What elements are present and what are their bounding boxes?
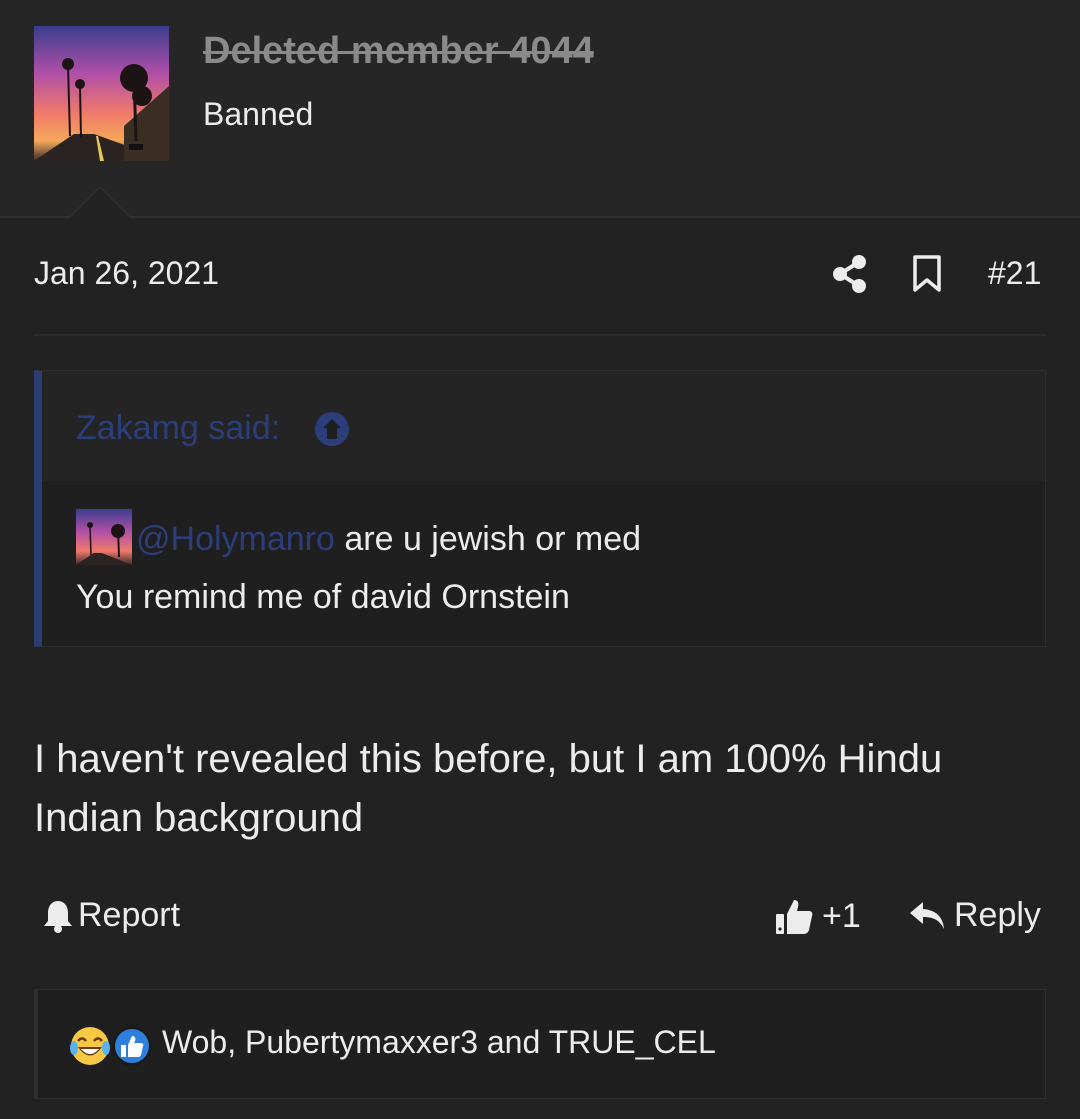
reactions-bar[interactable]: Wob, Pubertymaxxer3 and TRUE_CEL (34, 989, 1046, 1099)
share-icon[interactable] (832, 255, 868, 293)
quote-text-1: are u jewish or med (334, 520, 642, 558)
post-number[interactable]: #21 (988, 255, 1041, 292)
arrow-circle-up-icon[interactable] (314, 411, 350, 447)
quote-text-2: You remind me of david Ornstein (76, 578, 570, 617)
crying-laughing-emoji-icon (70, 1027, 110, 1065)
header-arrow (70, 188, 130, 218)
report-button[interactable]: Report (42, 896, 180, 935)
divider (34, 334, 1046, 336)
report-label: Report (78, 896, 181, 934)
like-count: +1 (822, 896, 861, 935)
bell-icon (44, 900, 72, 933)
user-mention-link[interactable]: @Holymanro (136, 520, 335, 558)
user-title: Banned (203, 96, 314, 132)
bookmark-icon[interactable] (912, 255, 942, 293)
mention-avatar[interactable] (76, 509, 132, 566)
like-button[interactable]: +1 (774, 896, 861, 936)
quote-body: @Holymanro are u jewish or med You remin… (76, 509, 1025, 625)
username[interactable]: Deleted member 4044 (203, 30, 594, 73)
post-user-header: Deleted member 4044 Banned (0, 0, 1080, 218)
thumbs-up-reaction-icon (112, 1026, 152, 1066)
quote-line-1: @Holymanro are u jewish or med (76, 509, 1025, 569)
quote-author[interactable]: Zakamg said: (76, 409, 280, 448)
thumbs-up-icon (776, 900, 813, 934)
reaction-icons (70, 1026, 152, 1066)
reaction-users[interactable]: Wob, Pubertymaxxer3 and TRUE_CEL (162, 1024, 716, 1061)
quote-header: Zakamg said: (42, 371, 1045, 481)
reply-arrow-icon (910, 901, 944, 929)
post-message: I haven't revealed this before, but I am… (34, 737, 943, 840)
reply-button[interactable]: Reply (908, 896, 1041, 935)
quote-block: Zakamg said: @Holymanro are u jewish or … (34, 370, 1046, 647)
reply-label: Reply (954, 896, 1041, 934)
post-date[interactable]: Jan 26, 2021 (34, 255, 219, 292)
user-avatar[interactable] (34, 26, 169, 161)
